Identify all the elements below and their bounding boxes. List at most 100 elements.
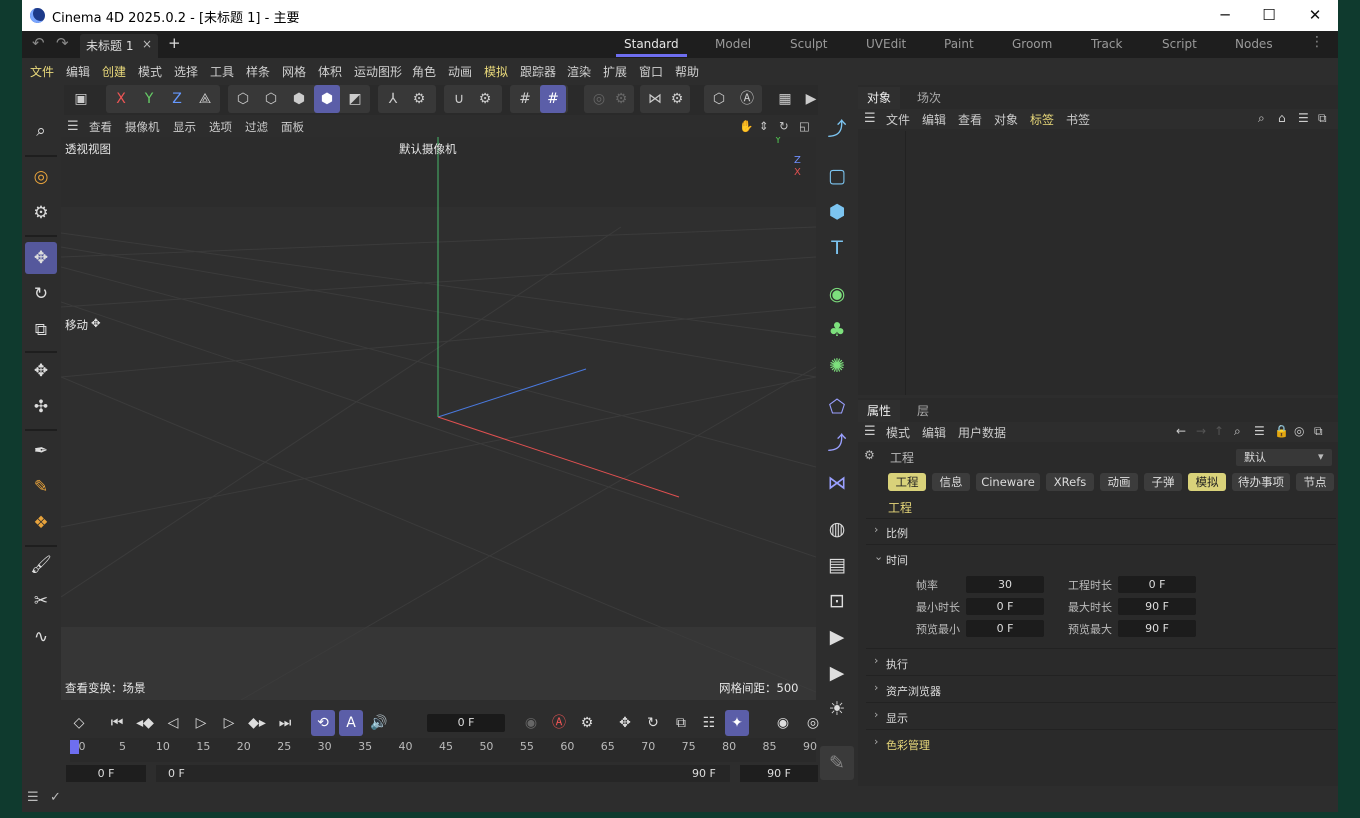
- menu-mograph[interactable]: 运动图形: [354, 63, 402, 80]
- back-icon[interactable]: ←: [1176, 424, 1186, 438]
- model-mode-icon[interactable]: ⬢: [314, 85, 340, 113]
- symmetry-settings-icon[interactable]: ⚙: [664, 85, 690, 113]
- objects-list[interactable]: [906, 131, 1338, 395]
- forward-icon[interactable]: →: [1196, 424, 1206, 438]
- camera-label[interactable]: 默认摄像机: [399, 141, 457, 157]
- menu-tracker[interactable]: 跟踪器: [520, 63, 556, 80]
- undo-icon[interactable]: ↶: [32, 34, 45, 52]
- dolly-icon[interactable]: ⇕: [759, 119, 769, 133]
- close-button[interactable]: ✕: [1292, 0, 1338, 31]
- tab-layers[interactable]: 层: [908, 400, 938, 422]
- menu-mesh[interactable]: 网格: [282, 63, 306, 80]
- spline-tools-icon[interactable]: ❖: [25, 507, 57, 539]
- layout-tab-script[interactable]: Script: [1162, 37, 1197, 51]
- more-menu-icon[interactable]: ⋮: [1310, 34, 1324, 50]
- section-execution[interactable]: › 执行: [858, 653, 1338, 673]
- objects-filter-icon[interactable]: ☰: [1298, 111, 1309, 125]
- minimize-button[interactable]: ─: [1202, 0, 1248, 31]
- chip-bullet[interactable]: 子弹: [1144, 473, 1182, 491]
- go-to-start-icon[interactable]: ⏮: [105, 710, 129, 736]
- menu-edit[interactable]: 编辑: [66, 63, 90, 80]
- sketch-tool-icon[interactable]: ✎: [25, 471, 57, 503]
- viewport-hamburger-icon[interactable]: ☰: [67, 119, 79, 134]
- attributes-menu-mode[interactable]: 模式: [886, 424, 910, 441]
- section-scale[interactable]: › 比例: [858, 522, 1338, 542]
- lock-y-button[interactable]: Y: [136, 85, 162, 113]
- multi-transform-icon[interactable]: ✣: [25, 391, 57, 423]
- prev-frame-icon[interactable]: ◁: [161, 710, 185, 736]
- chip-xrefs[interactable]: XRefs: [1046, 473, 1094, 491]
- objects-popout-icon[interactable]: ⧉: [1318, 111, 1327, 126]
- prev-key-icon[interactable]: ◂◆: [133, 710, 157, 736]
- objects-menu-object[interactable]: 对象: [994, 111, 1018, 128]
- stage-camera-icon[interactable]: ▶: [820, 620, 854, 654]
- scale-tool-icon[interactable]: ⧉: [25, 314, 57, 346]
- menu-animate[interactable]: 动画: [448, 63, 472, 80]
- tab-attributes[interactable]: 属性: [858, 400, 901, 422]
- edit-mode-icon[interactable]: ✎: [820, 746, 854, 780]
- layout-tab-paint[interactable]: Paint: [944, 37, 974, 51]
- target-icon[interactable]: ◎: [1294, 424, 1304, 438]
- current-frame-field[interactable]: 0 F: [427, 714, 505, 732]
- attributes-hamburger-icon[interactable]: ☰: [864, 424, 876, 439]
- section-time[interactable]: ⌄ 时间: [858, 549, 1338, 569]
- magnet-settings-icon[interactable]: ⚙: [472, 85, 498, 113]
- preview-min-field[interactable]: 0 F: [966, 620, 1044, 637]
- document-tab-close-icon[interactable]: ×: [142, 37, 152, 51]
- section-color-management[interactable]: › 色彩管理: [858, 734, 1338, 754]
- record-icon[interactable]: ◉: [519, 710, 543, 736]
- tab-objects[interactable]: 对象: [858, 87, 901, 109]
- motion-system-icon[interactable]: ◉: [771, 710, 795, 736]
- key-rotation-icon[interactable]: ↻: [641, 710, 665, 736]
- grid-snap-icon[interactable]: #: [512, 85, 538, 113]
- up-icon[interactable]: ↑: [1214, 424, 1224, 438]
- new-document-icon[interactable]: +: [168, 34, 181, 52]
- attributes-search-icon[interactable]: ⌕: [1234, 424, 1241, 439]
- sound-icon[interactable]: 🔊: [367, 710, 391, 736]
- fps-field[interactable]: 30: [966, 576, 1044, 593]
- range-end-field[interactable]: 90 F: [740, 765, 818, 782]
- layout-tab-sculpt[interactable]: Sculpt: [790, 37, 827, 51]
- menu-character[interactable]: 角色: [412, 63, 436, 80]
- scene-icon[interactable]: ▤: [820, 548, 854, 582]
- null-object-icon[interactable]: ⤴: [820, 112, 854, 146]
- objects-menu-bookmarks[interactable]: 书签: [1066, 111, 1090, 128]
- objects-menu-tags[interactable]: 标签: [1030, 111, 1054, 128]
- layout-tab-uvedit[interactable]: UVEdit: [866, 37, 906, 51]
- snap-enabled-icon[interactable]: #: [540, 85, 566, 113]
- status-menu-icon[interactable]: ☰: [27, 790, 39, 805]
- section-asset-browser[interactable]: › 资产浏览器: [858, 680, 1338, 700]
- max-time-field[interactable]: 90 F: [1118, 598, 1196, 615]
- pan-icon[interactable]: ✋: [739, 119, 753, 133]
- duration-field[interactable]: 0 F: [1118, 576, 1196, 593]
- cloth-tool-icon[interactable]: ∿: [25, 621, 57, 653]
- menu-spline[interactable]: 样条: [246, 63, 270, 80]
- autokey-icon[interactable]: Ⓐ: [734, 85, 760, 113]
- chip-animation[interactable]: 动画: [1100, 473, 1138, 491]
- knife-tool-icon[interactable]: ✂: [25, 585, 57, 617]
- spline-rectangle-icon[interactable]: ▢: [820, 159, 854, 193]
- environment-icon[interactable]: ◍: [820, 512, 854, 546]
- menu-tools[interactable]: 工具: [210, 63, 234, 80]
- objects-home-icon[interactable]: ⌂: [1278, 111, 1286, 125]
- auto-record-icon[interactable]: Ⓐ: [547, 710, 571, 736]
- attributes-filter-icon[interactable]: ☰: [1254, 424, 1265, 438]
- layout-tab-groom[interactable]: Groom: [1012, 37, 1052, 51]
- chip-nodes[interactable]: 节点: [1296, 473, 1334, 491]
- field-icon[interactable]: ⤴: [820, 426, 854, 460]
- move-tool-icon[interactable]: ✥: [25, 242, 57, 274]
- uv-mode-icon[interactable]: ◩: [342, 85, 368, 113]
- section-display[interactable]: › 显示: [858, 707, 1338, 727]
- autokey-track-icon[interactable]: A: [339, 710, 363, 736]
- view-mode-icon[interactable]: ▣: [68, 85, 94, 113]
- orbit-icon[interactable]: ↻: [779, 119, 789, 133]
- viewport-canvas[interactable]: 透视视图 默认摄像机 移动 ✥ 查看变换：场景 网格间距：500 cm Y Z …: [61, 137, 816, 700]
- deformer-icon[interactable]: ⬠: [820, 390, 854, 424]
- objects-menu-file[interactable]: 文件: [886, 111, 910, 128]
- redo-icon[interactable]: ↷: [56, 34, 69, 52]
- cloner-icon[interactable]: ♣: [820, 313, 854, 347]
- next-key-icon[interactable]: ◆▸: [245, 710, 269, 736]
- render-view-icon[interactable]: ▶: [798, 85, 824, 113]
- render-region-icon[interactable]: ▦: [772, 85, 798, 113]
- effector-icon[interactable]: ✺: [820, 349, 854, 383]
